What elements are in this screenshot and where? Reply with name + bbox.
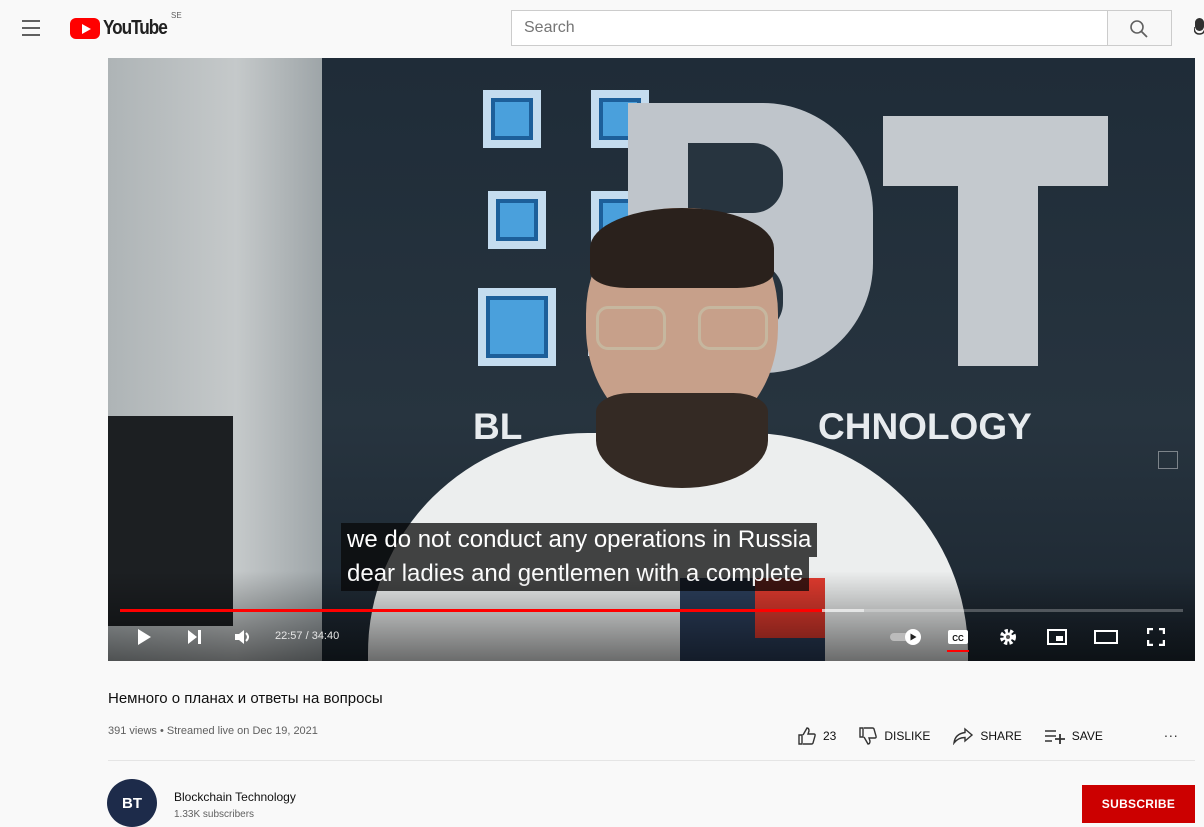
channel-name[interactable]: Blockchain Technology <box>174 790 296 804</box>
miniplayer-icon <box>1047 629 1067 645</box>
video-player[interactable]: BL CHNOLOGY we do not conduct any operat… <box>108 58 1195 661</box>
video-watermark-icon <box>1158 451 1178 469</box>
channel-avatar[interactable]: BT <box>107 779 157 827</box>
share-button[interactable]: SHARE <box>952 727 1022 745</box>
banner-cube <box>483 90 541 148</box>
svg-text:CC: CC <box>952 634 964 643</box>
theater-mode-icon <box>1094 630 1118 644</box>
autoplay-toggle-icon <box>890 629 921 645</box>
banner-letter-t <box>883 116 1108 186</box>
dislike-button[interactable]: DISLIKE <box>858 726 930 746</box>
save-button[interactable]: SAVE <box>1044 728 1103 744</box>
volume-icon <box>235 630 249 644</box>
video-person-beard <box>596 393 768 488</box>
banner-letter-t-stem <box>958 186 1038 366</box>
divider <box>108 760 1195 761</box>
microphone-icon <box>1194 18 1204 35</box>
like-count: 23 <box>823 729 837 743</box>
play-icon <box>138 629 151 645</box>
region-code: SE <box>171 11 182 20</box>
search-icon <box>1130 20 1148 38</box>
video-glasses-right <box>698 306 768 350</box>
closed-captions-icon: CC <box>948 630 968 644</box>
thumbs-up-icon <box>798 727 816 745</box>
banner-word-left: BL <box>473 406 523 447</box>
banner-cube <box>488 191 546 249</box>
gear-icon <box>1000 629 1016 645</box>
search-button[interactable] <box>1107 10 1172 46</box>
video-glasses-left <box>596 306 666 350</box>
theater-mode-button[interactable] <box>1092 625 1120 649</box>
fullscreen-icon <box>1147 628 1165 646</box>
share-label: SHARE <box>980 729 1022 743</box>
hamburger-menu-icon[interactable] <box>22 20 40 36</box>
progress-bar[interactable] <box>120 609 1183 612</box>
miniplayer-button[interactable] <box>1044 625 1070 649</box>
share-icon <box>953 727 974 745</box>
caption-line: we do not conduct any operations in Russ… <box>341 523 818 557</box>
autoplay-toggle[interactable] <box>888 625 924 649</box>
playlist-add-icon <box>1044 730 1065 744</box>
save-label: SAVE <box>1071 729 1103 743</box>
progress-played <box>120 609 822 612</box>
time-display: 22:57 / 34:40 <box>275 630 340 642</box>
next-button[interactable] <box>182 625 206 649</box>
like-button[interactable]: 23 <box>797 726 836 746</box>
fullscreen-button[interactable] <box>1144 625 1168 649</box>
youtube-logo[interactable]: YouTube SE <box>70 11 182 43</box>
skip-next-icon <box>188 630 201 644</box>
controls-gradient <box>108 571 1195 661</box>
banner-cube <box>478 288 556 366</box>
subscriber-count: 1.33K subscribers <box>174 809 255 820</box>
volume-button[interactable] <box>230 625 256 649</box>
thumbs-down-icon <box>859 727 878 745</box>
play-button[interactable] <box>132 625 156 649</box>
subtitles-button[interactable]: CC <box>946 625 970 649</box>
more-actions-button[interactable]: ... <box>1164 724 1179 740</box>
captions-active-indicator <box>947 650 969 652</box>
search-input[interactable] <box>511 10 1108 46</box>
video-title: Немного о планах и ответы на вопросы <box>108 690 383 707</box>
logo-text: YouTube <box>103 16 168 39</box>
settings-button[interactable] <box>996 625 1020 649</box>
youtube-play-logo-icon <box>70 17 100 39</box>
voice-search-button[interactable] <box>1194 18 1204 38</box>
subscribe-button[interactable]: SUBSCRIBE <box>1082 785 1195 823</box>
video-meta: 391 views • Streamed live on Dec 19, 202… <box>108 725 318 737</box>
video-person-hair <box>590 208 774 288</box>
dislike-label: DISLIKE <box>884 729 931 743</box>
banner-word-right: CHNOLOGY <box>818 406 1032 447</box>
video-actions: 23 DISLIKE SHARE SAVE <box>797 726 1125 746</box>
